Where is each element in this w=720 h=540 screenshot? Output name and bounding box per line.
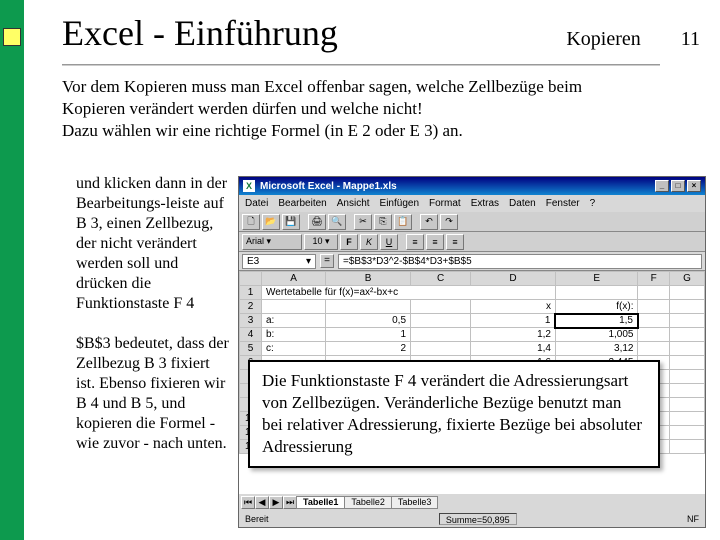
intro-text: Vor dem Kopieren muss man Excel offenbar…: [62, 76, 650, 142]
title-rule: [62, 64, 660, 66]
paste-icon[interactable]: 📋: [394, 214, 412, 230]
new-icon[interactable]: 🗋: [242, 214, 260, 230]
redo-icon[interactable]: ↷: [440, 214, 458, 230]
sheet-tab[interactable]: Tabelle3: [391, 496, 439, 509]
callout-box: Die Funktionstaste F 4 verändert die Adr…: [248, 360, 660, 468]
slide-accent-stripe: [0, 0, 24, 540]
format-toolbar[interactable]: Arial ▾ 10 ▾ F K U ≡ ≡ ≡: [239, 232, 705, 252]
window-title: Microsoft Excel - Mappe1.xls: [260, 181, 397, 192]
window-titlebar: X Microsoft Excel - Mappe1.xls _ □ ×: [239, 177, 705, 195]
align-center-icon[interactable]: ≡: [426, 234, 444, 250]
underline-icon[interactable]: U: [380, 234, 398, 250]
tab-nav-last-icon[interactable]: ⏭: [283, 496, 297, 509]
align-right-icon[interactable]: ≡: [446, 234, 464, 250]
left-paragraph-1: und klicken dann in der Bearbeitungs-lei…: [76, 174, 230, 314]
italic-icon[interactable]: K: [360, 234, 378, 250]
excel-app-icon: X: [243, 180, 255, 192]
tab-nav-first-icon[interactable]: ⏮: [241, 496, 255, 509]
left-paragraph-2: $B$3 bedeutet, dass der Zellbezug B 3 fi…: [76, 334, 230, 454]
bold-icon[interactable]: F: [340, 234, 358, 250]
slide-title: Excel - Einführung: [62, 12, 338, 54]
equals-icon[interactable]: =: [320, 254, 334, 268]
preview-icon[interactable]: 🔍: [328, 214, 346, 230]
formula-bar: E3▾ = =$B$3*D3^2-$B$4*D3+$B$5: [239, 252, 705, 271]
copy-icon[interactable]: ⎘: [374, 214, 392, 230]
open-icon[interactable]: 📂: [262, 214, 280, 230]
maximize-icon[interactable]: □: [671, 180, 685, 192]
tab-nav-prev-icon[interactable]: ◀: [255, 496, 269, 509]
undo-icon[interactable]: ↶: [420, 214, 438, 230]
print-icon[interactable]: 🖨: [308, 214, 326, 230]
font-selector[interactable]: Arial ▾: [242, 234, 302, 250]
title-bullet: [3, 28, 21, 46]
status-bar: Bereit Summe=50,895 NF: [239, 511, 705, 527]
slide-page-number: 11: [681, 28, 700, 51]
tab-nav-next-icon[interactable]: ▶: [269, 496, 283, 509]
sheet-tab[interactable]: Tabelle1: [296, 496, 345, 509]
slide-subtitle: Kopieren: [566, 28, 640, 51]
excel-screenshot: X Microsoft Excel - Mappe1.xls _ □ × Dat…: [238, 176, 706, 528]
status-ready: Bereit: [245, 514, 269, 524]
name-box[interactable]: E3▾: [242, 254, 316, 269]
align-left-icon[interactable]: ≡: [406, 234, 424, 250]
sheet-tab[interactable]: Tabelle2: [344, 496, 392, 509]
sheet-tabs[interactable]: ⏮ ◀ ▶ ⏭ Tabelle1 Tabelle2 Tabelle3: [239, 494, 705, 511]
status-nf: NF: [687, 514, 699, 524]
size-selector[interactable]: 10 ▾: [304, 234, 338, 250]
minimize-icon[interactable]: _: [655, 180, 669, 192]
menu-bar[interactable]: Datei Bearbeiten Ansicht Einfügen Format…: [239, 195, 705, 212]
save-icon[interactable]: 💾: [282, 214, 300, 230]
formula-input[interactable]: =$B$3*D3^2-$B$4*D3+$B$5: [338, 254, 702, 269]
cut-icon[interactable]: ✂: [354, 214, 372, 230]
standard-toolbar[interactable]: 🗋 📂 💾 🖨 🔍 ✂ ⎘ 📋 ↶ ↷: [239, 212, 705, 232]
close-icon[interactable]: ×: [687, 180, 701, 192]
status-sum: Summe=50,895: [439, 513, 517, 525]
